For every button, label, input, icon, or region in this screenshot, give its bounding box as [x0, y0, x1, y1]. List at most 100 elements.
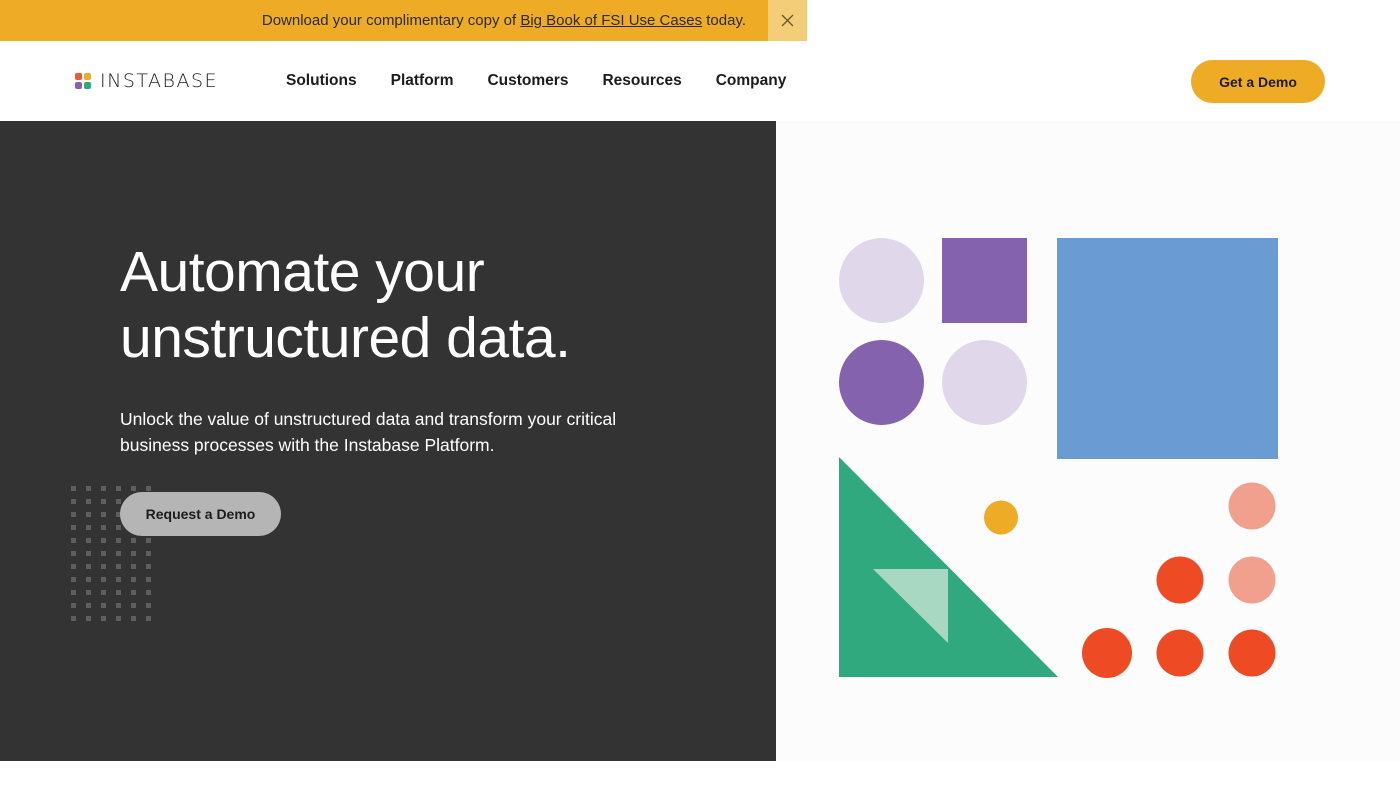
- grid-dot: [131, 564, 136, 569]
- grid-dot: [86, 577, 91, 582]
- grid-dot: [101, 616, 106, 621]
- nav-item-platform[interactable]: Platform: [391, 72, 454, 90]
- grid-dot: [86, 499, 91, 504]
- grid-dot: [131, 590, 136, 595]
- grid-dot: [71, 564, 76, 569]
- grid-dot: [101, 590, 106, 595]
- request-demo-button[interactable]: Request a Demo: [120, 492, 281, 536]
- purple-circle: [839, 340, 924, 425]
- grid-dot: [116, 538, 121, 543]
- purple-square: [942, 238, 1027, 323]
- announcement-banner: Download your complimentary copy of Big …: [0, 0, 807, 41]
- grid-dot: [131, 577, 136, 582]
- grid-dot: [71, 525, 76, 530]
- grid-dot: [131, 538, 136, 543]
- logo-square: [75, 82, 82, 89]
- green-triangle: [839, 457, 1058, 677]
- grid-dot: [116, 616, 121, 621]
- salmon-circle: [1228, 556, 1276, 604]
- grid-dot: [101, 603, 106, 608]
- grid-dot: [86, 512, 91, 517]
- banner-text-after: today.: [702, 12, 746, 29]
- grid-dot: [71, 512, 76, 517]
- grid-dot: [101, 486, 106, 491]
- grid-dot: [71, 577, 76, 582]
- logo[interactable]: INSTABASE: [75, 69, 218, 93]
- logo-mark-icon: [75, 73, 91, 89]
- grid-dot: [86, 486, 91, 491]
- close-icon: [781, 14, 794, 27]
- grid-dot: [116, 603, 121, 608]
- main-nav: Solutions Platform Customers Resources C…: [286, 41, 820, 121]
- grid-dot: [71, 486, 76, 491]
- grid-dot: [146, 577, 151, 582]
- site-header: INSTABASE Solutions Platform Customers R…: [0, 41, 1400, 121]
- get-demo-button[interactable]: Get a Demo: [1191, 60, 1325, 103]
- red-circle: [1228, 629, 1276, 677]
- grid-dot: [86, 538, 91, 543]
- hero-section: Automate your unstructured data. Unlock …: [0, 121, 776, 761]
- grid-dot: [86, 603, 91, 608]
- grid-dot: [86, 551, 91, 556]
- grid-dot: [101, 538, 106, 543]
- grid-dot: [146, 486, 151, 491]
- red-circle: [1082, 628, 1132, 678]
- blue-square: [1057, 238, 1278, 459]
- content-card-edge: [165, 761, 1240, 800]
- banner-close-button[interactable]: [768, 0, 807, 41]
- grid-dot: [116, 564, 121, 569]
- grid-dot: [71, 603, 76, 608]
- grid-dot: [131, 616, 136, 621]
- grid-dot: [146, 616, 151, 621]
- geometric-shapes-illustration: [839, 238, 1278, 678]
- lavender-circle: [839, 238, 924, 323]
- grid-dot: [101, 564, 106, 569]
- gold-dot: [984, 500, 1018, 535]
- grid-dot: [86, 616, 91, 621]
- grid-dot: [101, 577, 106, 582]
- grid-dot: [116, 486, 121, 491]
- banner-link[interactable]: Big Book of FSI Use Cases: [520, 12, 702, 29]
- logo-square: [84, 82, 91, 89]
- grid-dot: [71, 616, 76, 621]
- logo-wordmark: INSTABASE: [100, 70, 219, 92]
- logo-square: [84, 73, 91, 80]
- grid-dot: [71, 551, 76, 556]
- lavender-circle: [942, 340, 1027, 425]
- nav-item-solutions[interactable]: Solutions: [286, 72, 357, 90]
- grid-dot: [71, 538, 76, 543]
- grid-dot: [71, 590, 76, 595]
- grid-dot: [146, 538, 151, 543]
- salmon-circle: [1228, 482, 1276, 530]
- grid-dot: [101, 525, 106, 530]
- grid-dot: [146, 603, 151, 608]
- grid-dot: [131, 603, 136, 608]
- grid-dot: [131, 551, 136, 556]
- hero-title-line1: Automate your: [120, 240, 485, 304]
- grid-dot: [116, 551, 121, 556]
- nav-item-customers[interactable]: Customers: [487, 72, 568, 90]
- logo-square: [75, 73, 82, 80]
- grid-dot: [86, 525, 91, 530]
- hero-illustration: [776, 121, 1400, 761]
- grid-dot: [86, 564, 91, 569]
- banner-text: Download your complimentary copy of Big …: [0, 0, 768, 41]
- grid-dot: [146, 590, 151, 595]
- grid-dot: [101, 512, 106, 517]
- grid-dot: [131, 486, 136, 491]
- red-circle: [1156, 629, 1204, 677]
- grid-dot: [101, 551, 106, 556]
- grid-dot: [116, 499, 121, 504]
- grid-dot: [116, 525, 121, 530]
- hero-title: Automate your unstructured data.: [120, 239, 571, 371]
- nav-item-resources[interactable]: Resources: [602, 72, 681, 90]
- hero-subtitle: Unlock the value of unstructured data an…: [120, 409, 617, 455]
- grid-dot: [71, 499, 76, 504]
- grid-dot: [101, 499, 106, 504]
- red-circle: [1156, 556, 1204, 604]
- hero-title-line2: unstructured data.: [120, 306, 571, 370]
- nav-item-company[interactable]: Company: [716, 72, 787, 90]
- grid-dot: [116, 577, 121, 582]
- grid-dot: [86, 590, 91, 595]
- grid-dot: [146, 551, 151, 556]
